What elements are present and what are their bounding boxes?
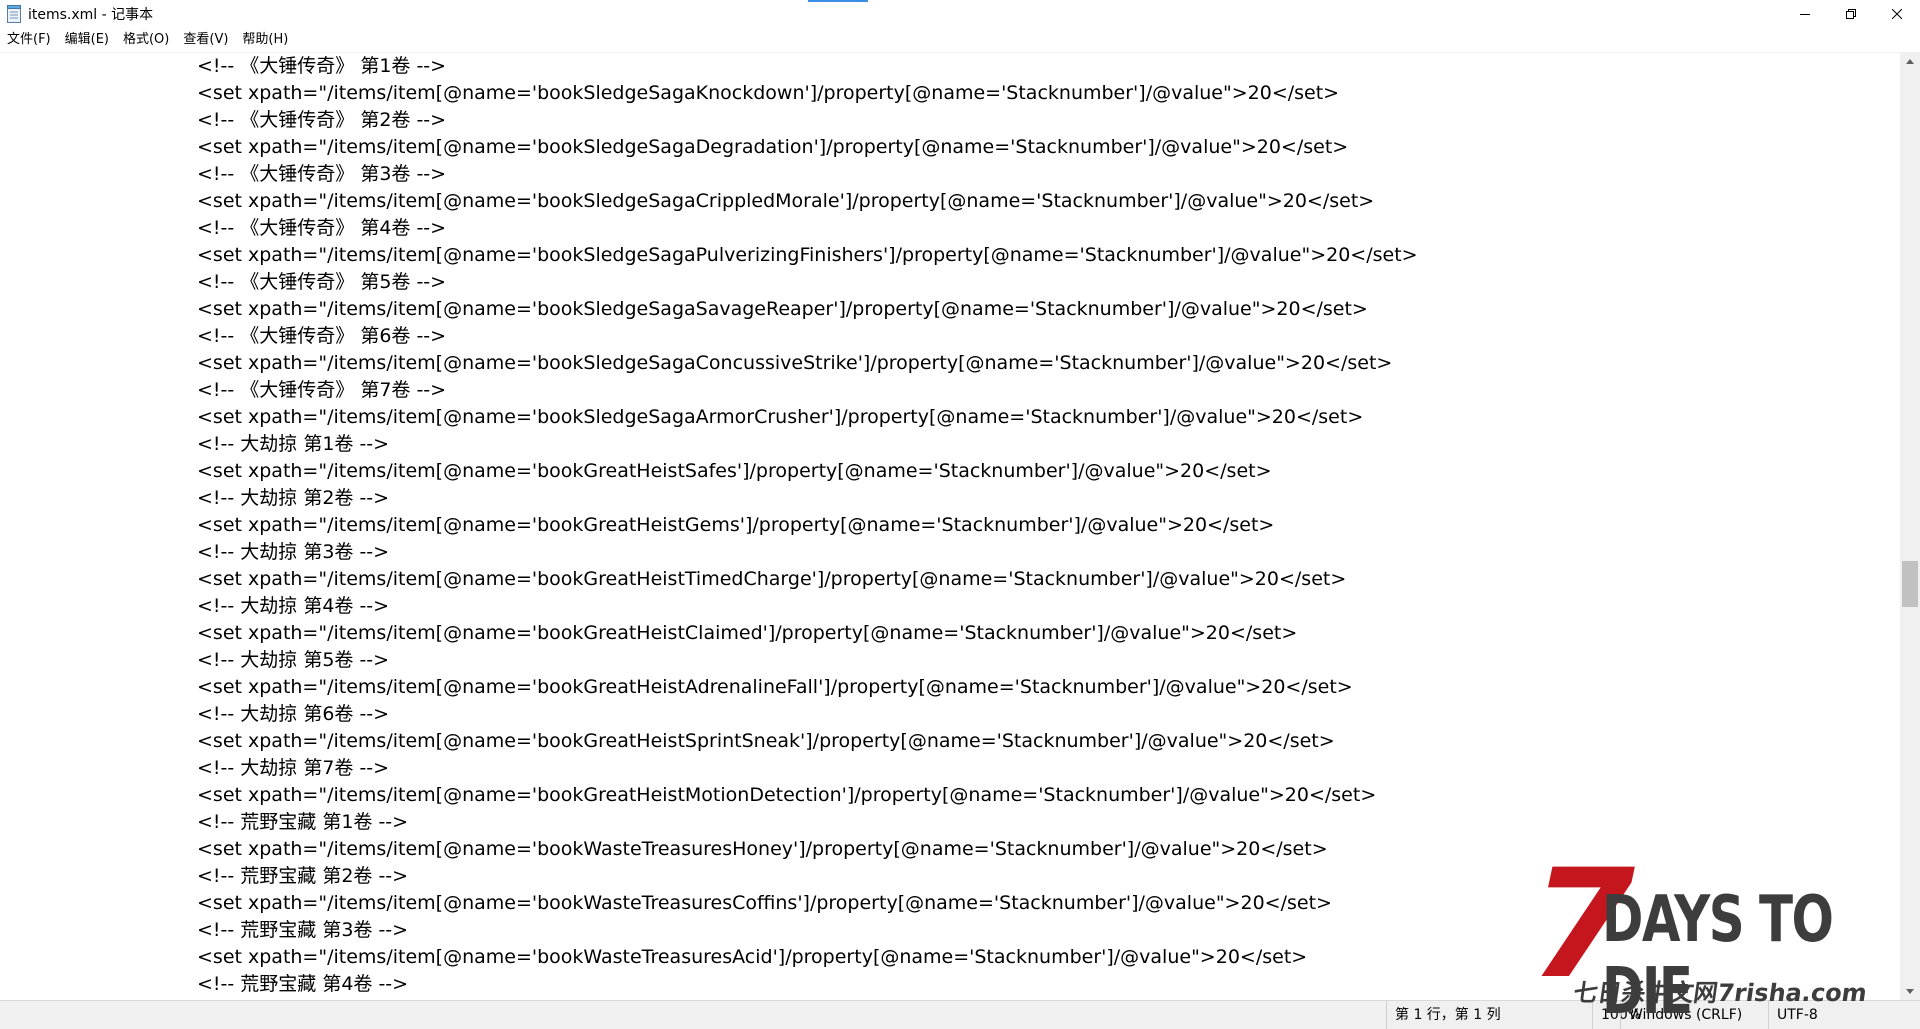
- text-line: <!-- 大劫掠 第7卷 -->: [197, 757, 390, 779]
- menu-view[interactable]: 查看(V): [176, 29, 235, 51]
- text-line: <!-- 荒野宝藏 第1卷 -->: [197, 811, 409, 833]
- text-line: <set xpath="/items/item[@name='bookSledg…: [197, 298, 1368, 320]
- text-line: <set xpath="/items/item[@name='bookGreat…: [197, 460, 1272, 482]
- notepad-window: items.xml - 记事本 文件(F) 编辑(E) 格式(O) 查看(V) …: [0, 0, 1920, 1029]
- title-accent-bar: [808, 0, 868, 2]
- editor-lines: <!-- 《大锤传奇》 第1卷 --> <set xpath="/items/it…: [197, 53, 1418, 998]
- text-line: <set xpath="/items/item[@name='bookSledg…: [197, 136, 1349, 158]
- menu-file[interactable]: 文件(F): [0, 29, 58, 51]
- text-line: <!-- 荒野宝藏 第4卷 -->: [197, 973, 409, 995]
- text-line: <!-- 《大锤传奇》 第6卷 -->: [197, 325, 447, 347]
- status-cursor-position: 第 1 行，第 1 列: [1386, 1001, 1501, 1029]
- text-line: <!-- 《大锤传奇》 第2卷 -->: [197, 109, 447, 131]
- text-line: <set xpath="/items/item[@name='bookGreat…: [197, 676, 1353, 698]
- text-line: <set xpath="/items/item[@name='bookGreat…: [197, 622, 1298, 644]
- text-line: <set xpath="/items/item[@name='bookGreat…: [197, 514, 1275, 536]
- close-icon: [1892, 9, 1902, 19]
- text-line: <!-- 大劫掠 第3卷 -->: [197, 541, 390, 563]
- vertical-scrollbar[interactable]: [1900, 53, 1920, 1000]
- status-line-ending: Windows (CRLF): [1620, 1001, 1742, 1029]
- text-line: <!-- 大劫掠 第1卷 -->: [197, 433, 390, 455]
- text-line: <set xpath="/items/item[@name='bookWaste…: [197, 946, 1308, 968]
- scroll-down-button[interactable]: [1900, 983, 1920, 1000]
- text-line: <set xpath="/items/item[@name='bookSledg…: [197, 406, 1364, 428]
- text-line: <!-- 《大锤传奇》 第1卷 -->: [197, 55, 447, 77]
- menu-bar: 文件(F) 编辑(E) 格式(O) 查看(V) 帮助(H): [0, 28, 1920, 53]
- text-line: <!-- 荒野宝藏 第3卷 -->: [197, 919, 409, 941]
- text-line: <!-- 《大锤传奇》 第7卷 -->: [197, 379, 447, 401]
- menu-edit[interactable]: 编辑(E): [58, 29, 116, 51]
- minimize-icon: [1800, 14, 1810, 15]
- text-line: <set xpath="/items/item[@name='bookWaste…: [197, 892, 1332, 914]
- scroll-thumb[interactable]: [1902, 561, 1918, 607]
- text-line: <!-- 大劫掠 第2卷 -->: [197, 487, 390, 509]
- scroll-up-button[interactable]: [1900, 53, 1920, 70]
- text-line: <!-- 大劫掠 第4卷 -->: [197, 595, 390, 617]
- notepad-icon[interactable]: [6, 5, 22, 23]
- window-title: items.xml - 记事本: [28, 7, 154, 23]
- restore-icon: [1846, 9, 1856, 19]
- text-editor[interactable]: <!-- 《大锤传奇》 第1卷 --> <set xpath="/items/it…: [0, 53, 1900, 1000]
- text-line: <set xpath="/items/item[@name='bookGreat…: [197, 784, 1377, 806]
- text-line: <set xpath="/items/item[@name='bookGreat…: [197, 730, 1335, 752]
- status-encoding: UTF-8: [1768, 1001, 1818, 1029]
- text-line: <set xpath="/items/item[@name='bookSledg…: [197, 244, 1418, 266]
- text-line: <set xpath="/items/item[@name='bookSledg…: [197, 352, 1393, 374]
- chevron-up-icon: [1906, 59, 1914, 64]
- text-line: <!-- 大劫掠 第6卷 -->: [197, 703, 390, 725]
- menu-format[interactable]: 格式(O): [116, 29, 176, 51]
- text-line: <!-- 《大锤传奇》 第4卷 -->: [197, 217, 447, 239]
- status-bar: 第 1 行，第 1 列 100% Windows (CRLF) UTF-8: [0, 1000, 1920, 1029]
- text-line: <!-- 《大锤传奇》 第3卷 -->: [197, 163, 447, 185]
- chevron-down-icon: [1906, 989, 1914, 994]
- text-line: <set xpath="/items/item[@name='bookGreat…: [197, 568, 1347, 590]
- menu-help[interactable]: 帮助(H): [235, 29, 295, 51]
- close-button[interactable]: [1874, 0, 1920, 28]
- text-line: <set xpath="/items/item[@name='bookSledg…: [197, 82, 1340, 104]
- text-line: <set xpath="/items/item[@name='bookWaste…: [197, 838, 1328, 860]
- restore-button[interactable]: [1828, 0, 1874, 28]
- text-line: <set xpath="/items/item[@name='bookSledg…: [197, 190, 1375, 212]
- window-controls: [1782, 0, 1920, 28]
- text-line: <!-- 大劫掠 第5卷 -->: [197, 649, 390, 671]
- title-bar[interactable]: items.xml - 记事本: [0, 0, 1920, 28]
- text-line: <!-- 荒野宝藏 第2卷 -->: [197, 865, 409, 887]
- text-line: <!-- 《大锤传奇》 第5卷 -->: [197, 271, 447, 293]
- minimize-button[interactable]: [1782, 0, 1828, 28]
